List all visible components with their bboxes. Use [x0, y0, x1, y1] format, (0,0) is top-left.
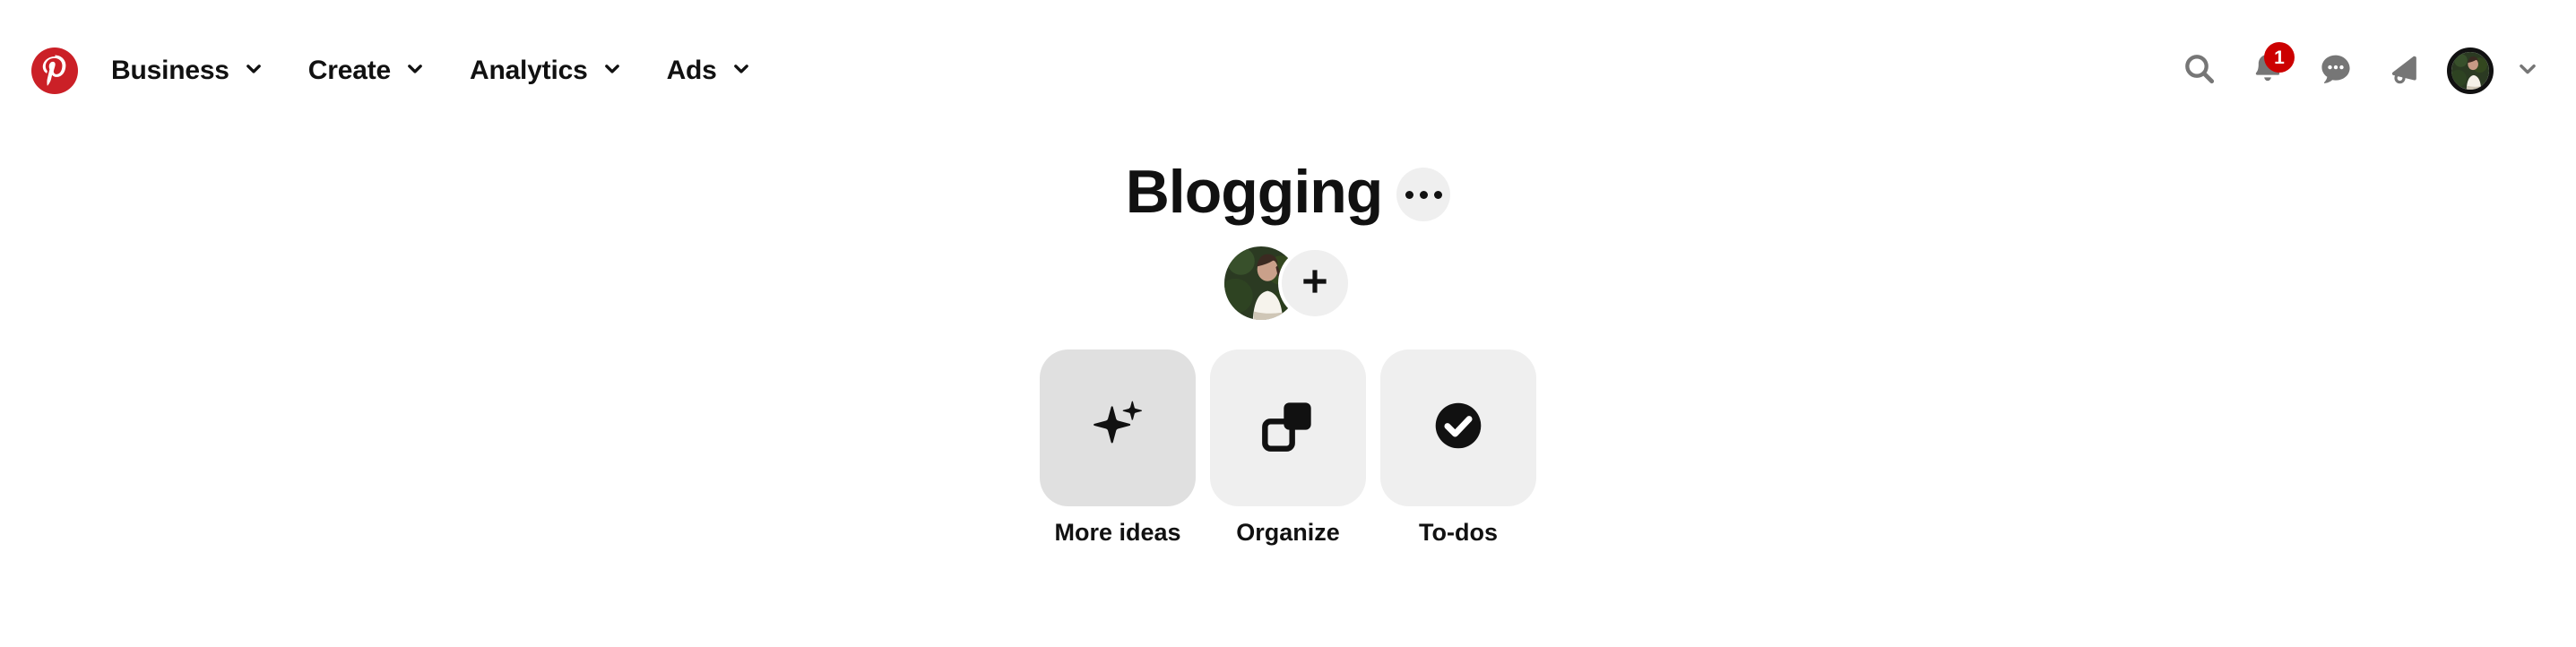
board-header-section: Blogging More ideas Organize To-dos	[0, 142, 2576, 547]
top-navigation-bar: Business Create Analytics Ads 1	[0, 0, 2576, 142]
avatar-image	[2451, 52, 2489, 90]
nav-right-group: 1	[2169, 40, 2576, 101]
collaborator-stack	[1224, 246, 1352, 320]
chevron-down-icon	[2514, 56, 2541, 87]
ellipsis-icon	[1405, 190, 1413, 199]
nav-item-ads[interactable]: Ads	[645, 47, 774, 95]
nav-left-group: Business Create Analytics Ads	[0, 0, 774, 142]
chevron-down-icon	[601, 57, 624, 85]
to-dos-label: To-dos	[1419, 519, 1498, 546]
add-collaborator-button[interactable]	[1278, 246, 1352, 320]
nav-item-business[interactable]: Business	[90, 47, 287, 95]
board-options-button[interactable]	[1396, 168, 1451, 221]
more-ideas-card[interactable]: More ideas	[1040, 349, 1196, 547]
board-title-row: Blogging	[0, 142, 2576, 242]
nav-item-analytics[interactable]: Analytics	[448, 47, 645, 95]
more-ideas-tile[interactable]	[1040, 349, 1196, 506]
messages-button[interactable]	[2305, 40, 2366, 101]
plus-icon	[1297, 263, 1333, 304]
nav-item-ads-label: Ads	[666, 56, 717, 85]
announcements-button[interactable]	[2373, 40, 2434, 101]
ellipsis-icon	[1419, 190, 1428, 199]
account-menu-button[interactable]	[2503, 46, 2553, 96]
sparkle-icon	[1085, 393, 1151, 463]
pinterest-logo-icon	[31, 47, 78, 94]
board-collaborators-row	[0, 242, 2576, 324]
nav-item-create-label: Create	[307, 56, 391, 85]
notification-badge: 1	[2264, 42, 2295, 73]
nav-item-analytics-label: Analytics	[469, 56, 588, 85]
page-title: Blogging	[1125, 158, 1384, 226]
pinterest-logo-button[interactable]	[30, 47, 79, 95]
chevron-down-icon	[730, 57, 753, 85]
notifications-button[interactable]: 1	[2237, 40, 2298, 101]
account-avatar[interactable]	[2447, 47, 2494, 94]
search-icon	[2182, 51, 2217, 91]
to-dos-tile[interactable]	[1380, 349, 1536, 506]
chevron-down-icon	[403, 57, 427, 85]
organize-tile[interactable]	[1210, 349, 1366, 506]
nav-item-business-label: Business	[111, 56, 229, 85]
organize-card[interactable]: Organize	[1210, 349, 1366, 547]
organize-label: Organize	[1236, 519, 1340, 546]
more-ideas-label: More ideas	[1054, 519, 1181, 546]
ellipsis-icon	[1433, 190, 1442, 199]
to-dos-card[interactable]: To-dos	[1380, 349, 1536, 547]
speech-bubble-icon	[2317, 50, 2355, 92]
megaphone-icon	[2386, 51, 2422, 91]
board-action-cards: More ideas Organize To-dos	[0, 349, 2576, 547]
overlapping-squares-icon	[1257, 394, 1319, 462]
search-button[interactable]	[2169, 40, 2230, 101]
check-circle-icon	[1429, 396, 1488, 460]
nav-item-create[interactable]: Create	[287, 47, 448, 95]
chevron-down-icon	[242, 57, 265, 85]
